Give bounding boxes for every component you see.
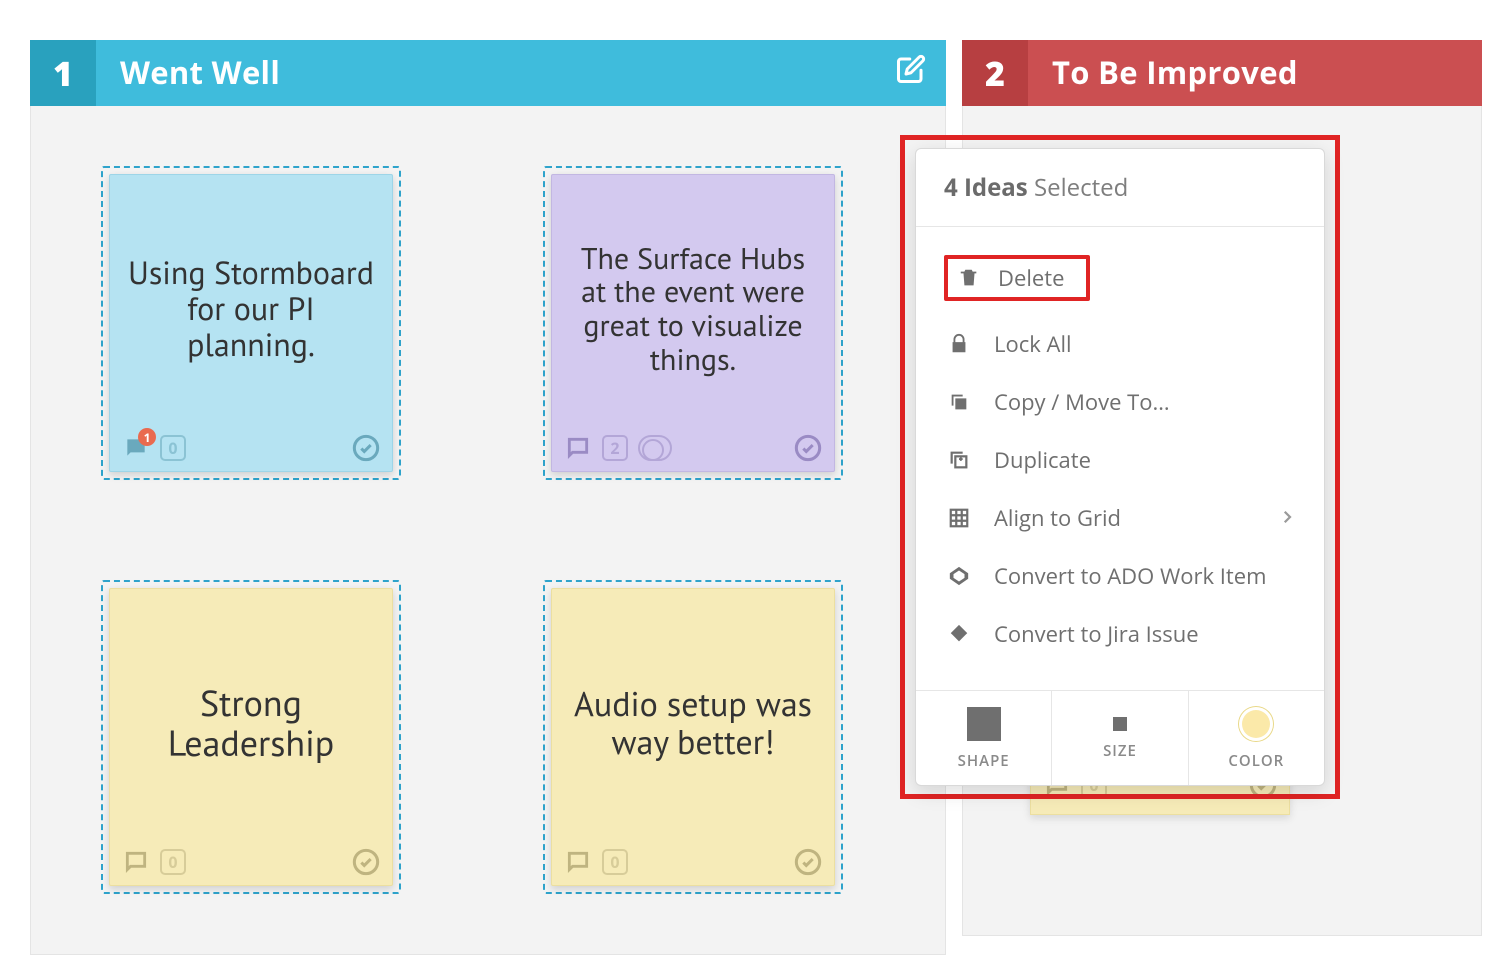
column-title: To Be Improved <box>1028 52 1482 94</box>
lock-icon <box>944 333 974 355</box>
context-menu-header: 4 Ideas Selected <box>916 149 1324 227</box>
column-number: 1 <box>30 40 96 106</box>
jira-icon <box>944 623 974 645</box>
foot-label: COLOR <box>1228 751 1284 771</box>
shape-picker[interactable]: SHAPE <box>916 691 1052 785</box>
note-text: Audio setup was way better! <box>552 589 834 839</box>
note-footer: 1 0 <box>110 425 392 471</box>
annotation-highlight: Delete <box>944 255 1090 301</box>
menu-lock-all[interactable]: Lock All <box>932 315 1308 373</box>
menu-delete[interactable]: Delete <box>932 241 1308 315</box>
trash-icon <box>954 267 984 289</box>
comment-icon[interactable]: 1 <box>122 434 150 462</box>
context-menu-footer: SHAPE SIZE COLOR <box>916 690 1324 785</box>
note-footer: 2 <box>552 425 834 471</box>
edit-column-icon[interactable] <box>896 52 926 94</box>
menu-label: Delete <box>998 263 1064 293</box>
vote-count[interactable]: 0 <box>602 849 628 875</box>
small-square-icon <box>1113 717 1127 731</box>
comment-icon[interactable] <box>564 434 592 462</box>
sticky-note[interactable]: Using Stormboard for our PI planning. 1 … <box>101 166 401 480</box>
menu-label: Convert to Jira Issue <box>994 619 1199 649</box>
menu-convert-ado[interactable]: Convert to ADO Work Item <box>932 547 1308 605</box>
menu-label: Lock All <box>994 329 1072 359</box>
toggle-chip-icon[interactable] <box>638 435 672 461</box>
menu-duplicate[interactable]: Duplicate <box>932 431 1308 489</box>
check-icon[interactable] <box>352 434 380 462</box>
menu-label: Align to Grid <box>994 503 1121 533</box>
note-footer: 0 <box>552 839 834 885</box>
vote-count[interactable]: 0 <box>160 435 186 461</box>
menu-convert-jira[interactable]: Convert to Jira Issue <box>932 605 1308 663</box>
note-text: Using Stormboard for our PI planning. <box>110 175 392 425</box>
comment-badge: 1 <box>138 428 156 446</box>
menu-label: Duplicate <box>994 445 1091 475</box>
square-icon <box>967 707 1001 741</box>
color-swatch-icon <box>1239 707 1273 741</box>
menu-label: Convert to ADO Work Item <box>994 561 1267 591</box>
column-went-well: 1 Went Well Using Stormboard for our PI … <box>30 40 946 955</box>
annotation-highlight: 4 Ideas Selected Delete Lock All <box>900 135 1340 799</box>
check-icon[interactable] <box>794 848 822 876</box>
copy-icon <box>944 391 974 413</box>
menu-copy-move[interactable]: Copy / Move To… <box>932 373 1308 431</box>
check-icon[interactable] <box>352 848 380 876</box>
ado-icon <box>944 565 974 587</box>
duplicate-icon <box>944 449 974 471</box>
note-text: The Surface Hubs at the event were great… <box>552 175 834 425</box>
vote-count[interactable]: 0 <box>160 849 186 875</box>
chevron-right-icon <box>1278 503 1296 533</box>
sticky-note[interactable]: The Surface Hubs at the event were great… <box>543 166 843 480</box>
comment-icon[interactable] <box>564 848 592 876</box>
note-text: Strong Leadership <box>110 589 392 839</box>
vote-count[interactable]: 2 <box>602 435 628 461</box>
check-icon[interactable] <box>794 434 822 462</box>
foot-label: SIZE <box>1103 741 1137 761</box>
color-picker[interactable]: COLOR <box>1189 691 1324 785</box>
column-header: 1 Went Well <box>30 40 946 106</box>
sticky-note[interactable]: Audio setup was way better! 0 <box>543 580 843 894</box>
menu-label: Copy / Move To… <box>994 387 1170 417</box>
column-number: 2 <box>962 40 1028 106</box>
context-menu-list: Delete Lock All Copy / Move To… <box>916 227 1324 690</box>
selection-context-menu: 4 Ideas Selected Delete Lock All <box>915 148 1325 786</box>
foot-label: SHAPE <box>958 751 1010 771</box>
size-picker[interactable]: SIZE <box>1052 691 1188 785</box>
board-canvas[interactable]: 1 Went Well Using Stormboard for our PI … <box>0 0 1512 970</box>
grid-icon <box>944 507 974 529</box>
note-footer: 0 <box>110 839 392 885</box>
column-body[interactable]: Using Stormboard for our PI planning. 1 … <box>30 106 946 955</box>
column-header: 2 To Be Improved <box>962 40 1482 106</box>
menu-align-grid[interactable]: Align to Grid <box>932 489 1308 547</box>
sticky-note[interactable]: Strong Leadership 0 <box>101 580 401 894</box>
comment-icon[interactable] <box>122 848 150 876</box>
column-title: Went Well <box>96 52 896 94</box>
